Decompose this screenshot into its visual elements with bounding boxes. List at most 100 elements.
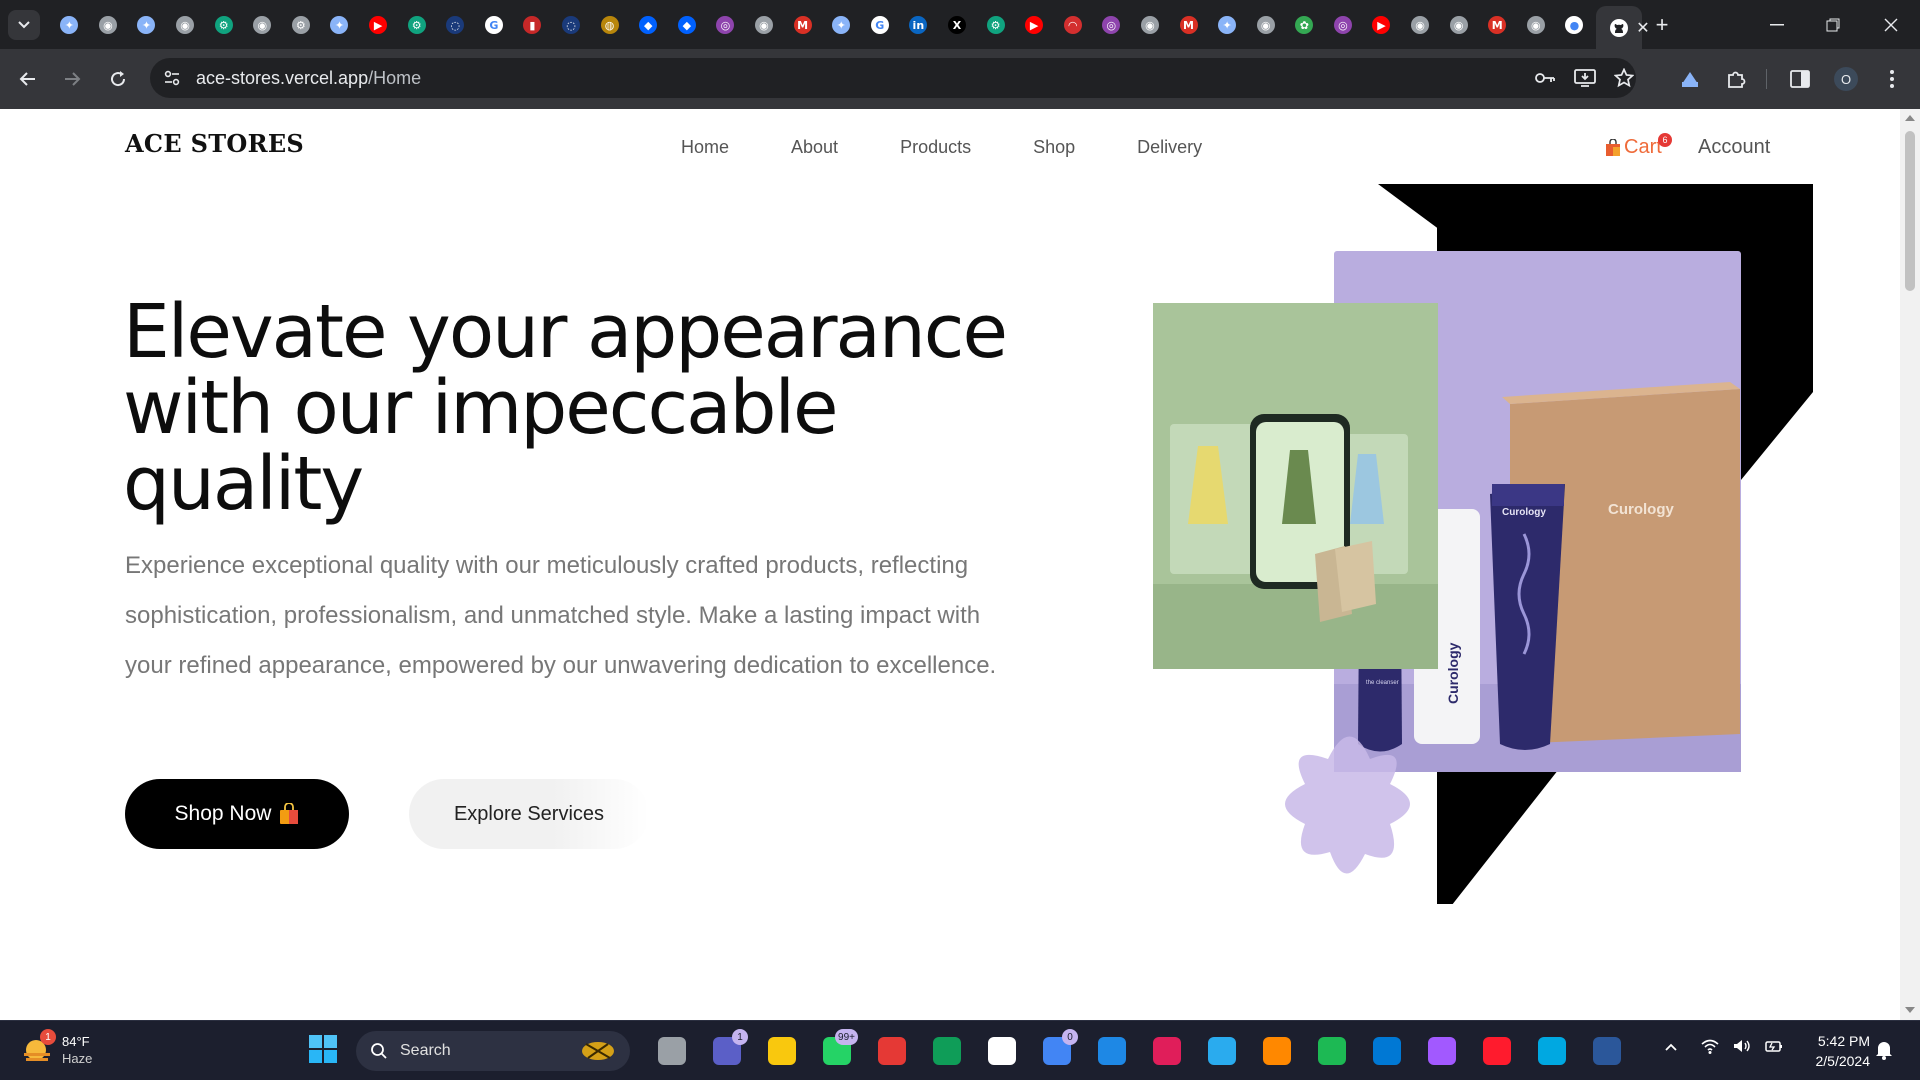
taskbar-app[interactable] xyxy=(644,1029,699,1073)
scrollbar-thumb[interactable] xyxy=(1905,131,1915,291)
tab[interactable]: ◉ xyxy=(89,11,128,39)
tab[interactable]: ◆ xyxy=(668,11,707,39)
nav-shop[interactable]: Shop xyxy=(1033,137,1075,158)
close-tab-button[interactable]: ✕ xyxy=(1600,6,1649,49)
tab[interactable]: ◎ xyxy=(706,11,745,39)
show-hidden-icons-button[interactable] xyxy=(1664,1039,1678,1057)
tab[interactable]: ◎ xyxy=(1092,11,1131,39)
taskbar-app[interactable] xyxy=(1414,1029,1469,1073)
address-bar[interactable]: ace-stores.vercel.app/Home xyxy=(150,58,1636,98)
taskbar-app[interactable] xyxy=(1139,1029,1194,1073)
tab[interactable]: ⚙ xyxy=(397,11,436,39)
taskbar-clock[interactable]: 5:42 PM 2/5/2024 xyxy=(1790,1031,1871,1071)
minimize-button[interactable] xyxy=(1754,10,1800,40)
tab[interactable]: ◌ xyxy=(436,11,475,39)
site-logo[interactable]: ACE STORES xyxy=(125,129,304,158)
profile-button[interactable]: O xyxy=(1832,65,1860,93)
tab[interactable]: ◌ xyxy=(552,11,591,39)
system-tray[interactable] xyxy=(1700,1037,1784,1055)
tab[interactable]: ◉ xyxy=(1401,11,1440,39)
new-tab-button[interactable]: + xyxy=(1648,12,1676,38)
tab[interactable]: M xyxy=(783,11,822,39)
tab[interactable]: ● xyxy=(1555,11,1594,39)
tab[interactable]: ✿ xyxy=(1285,11,1324,39)
page-scrollbar[interactable] xyxy=(1900,109,1920,1020)
tab[interactable]: ◉ xyxy=(1517,11,1556,39)
close-window-button[interactable] xyxy=(1868,10,1914,40)
weather-widget[interactable]: 1 84°F Haze xyxy=(20,1029,92,1067)
tab[interactable]: ⚙ xyxy=(282,11,321,39)
taskbar-app[interactable] xyxy=(864,1029,919,1073)
side-panel-icon[interactable] xyxy=(1786,65,1814,93)
explore-services-button[interactable]: Explore Services xyxy=(409,779,649,849)
nav-products[interactable]: Products xyxy=(900,137,971,158)
extensions-puzzle-icon[interactable] xyxy=(1722,65,1750,93)
notifications-button[interactable] xyxy=(1874,1039,1894,1066)
taskbar-app[interactable] xyxy=(1084,1029,1139,1073)
tab[interactable]: ◉ xyxy=(166,11,205,39)
reload-button[interactable] xyxy=(104,65,132,93)
tab-search-button[interactable] xyxy=(8,10,40,40)
tab[interactable]: G xyxy=(860,11,899,39)
tab[interactable]: ◠ xyxy=(1053,11,1092,39)
tab[interactable]: ✦ xyxy=(50,11,89,39)
tab[interactable]: ▶ xyxy=(1362,11,1401,39)
tab[interactable]: in xyxy=(899,11,938,39)
tab[interactable]: ◎ xyxy=(1324,11,1363,39)
nav-home[interactable]: Home xyxy=(681,137,729,158)
taskbar-app[interactable] xyxy=(1249,1029,1304,1073)
taskbar-app[interactable] xyxy=(1304,1029,1359,1073)
taskbar-app[interactable] xyxy=(1194,1029,1249,1073)
tab[interactable]: ◆ xyxy=(629,11,668,39)
back-button[interactable] xyxy=(14,65,42,93)
tab[interactable]: M xyxy=(1478,11,1517,39)
tab[interactable]: ✦ xyxy=(127,11,166,39)
install-app-icon[interactable] xyxy=(1574,68,1596,93)
taskbar-search-box[interactable]: Search xyxy=(356,1031,630,1071)
taskbar-app[interactable] xyxy=(974,1029,1029,1073)
tab[interactable]: ✦ xyxy=(320,11,359,39)
tab[interactable]: ◉ xyxy=(745,11,784,39)
more-menu-icon[interactable] xyxy=(1878,65,1906,93)
nav-about[interactable]: About xyxy=(791,137,838,158)
bookmark-star-icon[interactable] xyxy=(1613,67,1635,93)
taskbar-app[interactable] xyxy=(1469,1029,1524,1073)
tab[interactable]: ▮ xyxy=(513,11,552,39)
taskbar-app[interactable]: 1 xyxy=(699,1029,754,1073)
tab[interactable]: ◉ xyxy=(243,11,282,39)
tab[interactable]: ◉ xyxy=(1439,11,1478,39)
tab[interactable]: ◍ xyxy=(590,11,629,39)
password-key-icon[interactable] xyxy=(1534,68,1556,93)
tab[interactable]: ✦ xyxy=(822,11,861,39)
scroll-up-arrow-icon[interactable] xyxy=(1905,115,1915,121)
shop-now-button[interactable]: Shop Now xyxy=(125,779,349,849)
site-info-icon[interactable] xyxy=(162,68,182,93)
tab[interactable]: ✦ xyxy=(1208,11,1247,39)
tab[interactable]: ◉ xyxy=(1131,11,1170,39)
forward-button[interactable] xyxy=(58,65,86,93)
extension-icon[interactable] xyxy=(1676,65,1704,93)
start-button[interactable] xyxy=(308,1034,338,1069)
taskbar-app[interactable] xyxy=(754,1029,809,1073)
tab[interactable]: ▶ xyxy=(1015,11,1054,39)
cart-link[interactable]: Cart xyxy=(1604,136,1662,159)
tab[interactable]: ⚙ xyxy=(976,11,1015,39)
url-text[interactable]: ace-stores.vercel.app/Home xyxy=(196,68,421,89)
nav-delivery[interactable]: Delivery xyxy=(1137,137,1202,158)
taskbar-app[interactable] xyxy=(919,1029,974,1073)
tab[interactable]: ⚙ xyxy=(204,11,243,39)
tab[interactable]: G xyxy=(475,11,514,39)
restore-button[interactable] xyxy=(1810,10,1856,40)
tab[interactable]: ▶ xyxy=(359,11,398,39)
github-icon: ● xyxy=(1565,16,1584,34)
taskbar-app[interactable] xyxy=(1359,1029,1414,1073)
taskbar-app[interactable]: 99+ xyxy=(809,1029,864,1073)
tab[interactable]: X xyxy=(938,11,977,39)
tab[interactable]: M xyxy=(1169,11,1208,39)
taskbar-app[interactable]: 0 xyxy=(1029,1029,1084,1073)
taskbar-app[interactable] xyxy=(1579,1029,1634,1073)
scroll-down-arrow-icon[interactable] xyxy=(1905,1007,1915,1013)
tab[interactable]: ◉ xyxy=(1246,11,1285,39)
account-link[interactable]: Account xyxy=(1698,136,1770,159)
taskbar-app[interactable] xyxy=(1524,1029,1579,1073)
